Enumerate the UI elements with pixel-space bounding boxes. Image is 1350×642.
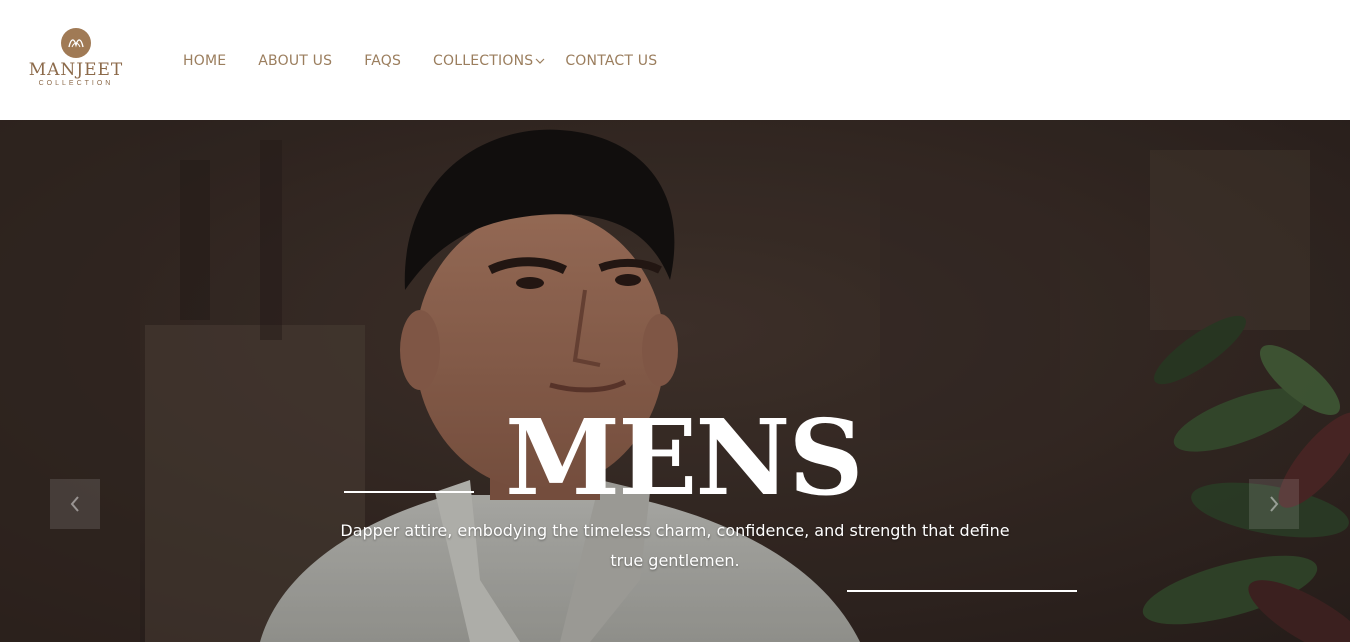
nav-collections-label: COLLECTIONS: [433, 53, 534, 69]
hero-caption: Dapper attire, embodying the timeless ch…: [340, 521, 1010, 570]
nav-collections[interactable]: COLLECTIONS: [433, 51, 545, 71]
nav-contact-us[interactable]: CONTACT US: [565, 51, 657, 71]
brand-subtitle: COLLECTION: [38, 80, 114, 87]
hero-title: MENS: [505, 396, 864, 519]
site-header: MANJEET COLLECTION HOME ABOUT US FAQS CO…: [0, 0, 1350, 120]
main-nav: HOME ABOUT US FAQS COLLECTIONS CONTACT U…: [183, 51, 657, 71]
title-rule-left: [344, 491, 474, 493]
chevron-down-icon: [535, 58, 545, 64]
nav-about-us[interactable]: ABOUT US: [258, 51, 332, 71]
hero-slider: MENS Dapper attire, embodying the timele…: [0, 120, 1350, 642]
brand-logo[interactable]: MANJEET COLLECTION: [26, 28, 126, 94]
nav-home[interactable]: HOME: [183, 51, 226, 71]
chevron-left-icon: [70, 496, 79, 512]
nav-faqs[interactable]: FAQS: [364, 51, 401, 71]
slider-prev-button[interactable]: [50, 479, 100, 529]
brand-name: MANJEET: [28, 60, 124, 80]
caption-rule-right: [847, 590, 1077, 592]
slider-next-button[interactable]: [1249, 479, 1299, 529]
logo-emblem-icon: [61, 28, 91, 58]
chevron-right-icon: [1270, 496, 1279, 512]
